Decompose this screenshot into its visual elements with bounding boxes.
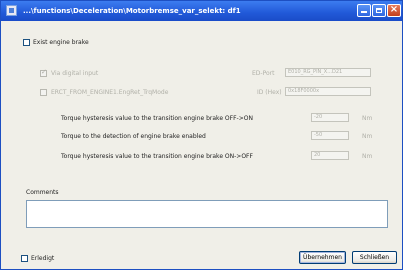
comments-label: Comments bbox=[26, 189, 59, 196]
exist-engine-brake-checkbox[interactable] bbox=[23, 39, 30, 46]
id-hex-label: ID (Hex) bbox=[257, 89, 282, 96]
exist-engine-brake-label: Exist engine brake bbox=[33, 39, 89, 46]
torque-on-off-field[interactable]: 20 bbox=[311, 151, 349, 160]
app-icon bbox=[6, 5, 17, 16]
close-icon[interactable] bbox=[387, 4, 401, 17]
via-digital-input-checkbox[interactable] bbox=[40, 68, 47, 77]
torque-detection-label: Torque to the detection of engine brake … bbox=[61, 133, 206, 140]
torque-detection-unit: Nm bbox=[362, 133, 373, 140]
close-button[interactable]: Schließen bbox=[352, 251, 397, 264]
torque-on-off-unit: Nm bbox=[362, 153, 373, 160]
via-digital-input-label: Via digital input bbox=[51, 70, 99, 77]
ed-port-label: ED-Port bbox=[252, 70, 275, 77]
ed-port-field[interactable]: E010_RG_PIN_X...D21 bbox=[285, 68, 371, 77]
torque-off-on-unit: Nm bbox=[362, 115, 373, 122]
maximize-icon[interactable] bbox=[372, 4, 386, 17]
minimize-icon[interactable] bbox=[357, 4, 371, 17]
id-hex-field[interactable]: 0x18F0000x bbox=[285, 87, 371, 96]
torque-on-off-label: Torque hysteresis value to the transitio… bbox=[61, 153, 253, 160]
erledigt-checkbox[interactable] bbox=[21, 255, 28, 262]
title-bar[interactable]: ...\functions\Deceleration\Motorbremse_v… bbox=[1, 1, 402, 21]
comments-textarea[interactable] bbox=[26, 200, 388, 228]
dialog-window: ...\functions\Deceleration\Motorbremse_v… bbox=[0, 0, 403, 270]
torque-detection-field[interactable]: -50 bbox=[311, 131, 349, 140]
erct-label: ERCT_FROM_ENGINE1.EngRet_TrqMode bbox=[51, 89, 169, 96]
erct-checkbox[interactable] bbox=[40, 89, 47, 96]
torque-off-on-field[interactable]: -20 bbox=[311, 113, 349, 122]
apply-button[interactable]: Übernehmen bbox=[299, 251, 346, 264]
window-title: ...\functions\Deceleration\Motorbremse_v… bbox=[23, 7, 241, 15]
torque-off-on-label: Torque hysteresis value to the transitio… bbox=[61, 115, 253, 122]
erledigt-label: Erledigt bbox=[31, 255, 55, 262]
